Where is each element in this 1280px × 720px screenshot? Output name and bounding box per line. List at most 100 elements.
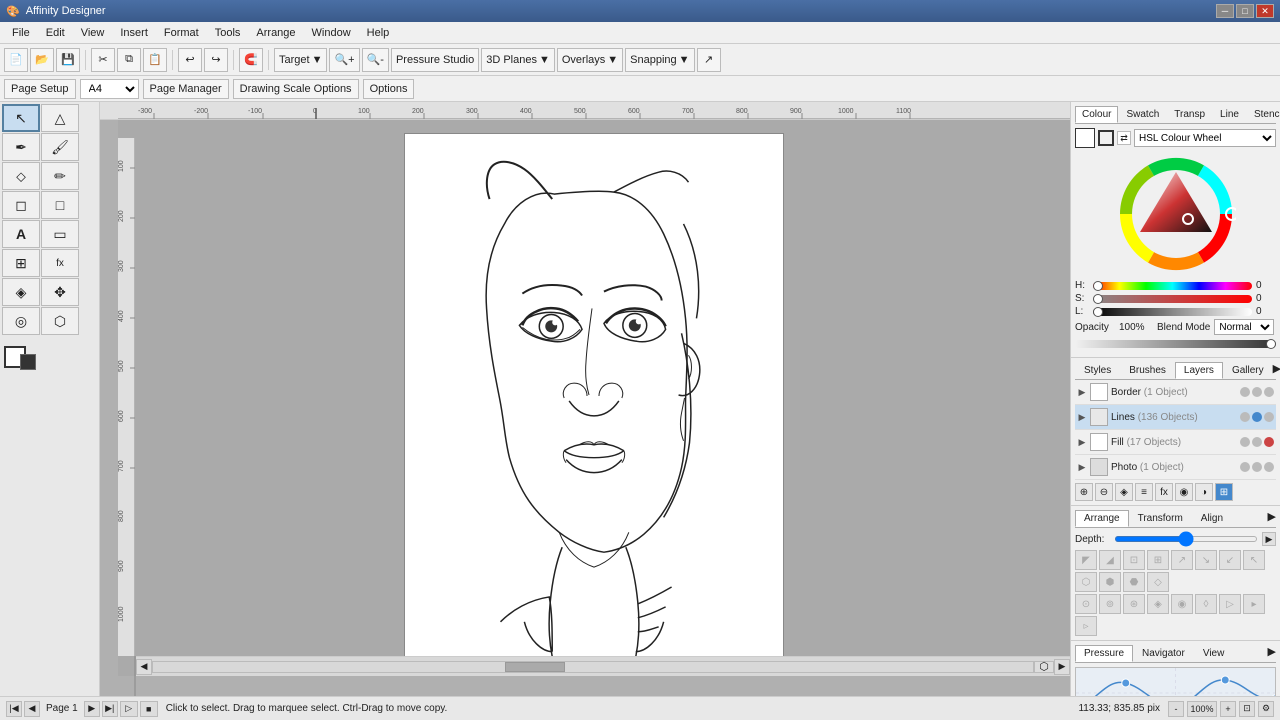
tab-align[interactable]: Align: [1192, 510, 1232, 527]
fit-view-button[interactable]: ⊡: [1239, 701, 1255, 717]
transform-tool[interactable]: ✥: [41, 278, 79, 306]
node-tool[interactable]: △: [41, 104, 79, 132]
layer-fill-button[interactable]: ◈: [1115, 483, 1133, 501]
layer-dot-photo-1[interactable]: [1240, 462, 1250, 472]
undo-button[interactable]: ↩: [178, 48, 202, 72]
brush-tool[interactable]: 🖌: [41, 133, 79, 161]
horizontal-scrollbar[interactable]: ◀ ⬡ ▶: [136, 656, 1070, 676]
tab-pressure[interactable]: Pressure: [1075, 645, 1133, 662]
l-slider[interactable]: [1093, 308, 1252, 316]
menu-view[interactable]: View: [73, 25, 113, 41]
target-button[interactable]: Target ▼: [274, 48, 327, 72]
arrange-expand-icon[interactable]: ▶: [1268, 510, 1276, 527]
layer-dot-fill-1[interactable]: [1240, 437, 1250, 447]
tab-view[interactable]: View: [1194, 645, 1234, 662]
titlebar-controls[interactable]: ─ □ ✕: [1216, 4, 1274, 18]
arr-btn-11[interactable]: ⬣: [1123, 572, 1145, 592]
maximize-button[interactable]: □: [1236, 4, 1254, 18]
scrollbar-track-h[interactable]: [152, 661, 1034, 673]
paste-button[interactable]: 📋: [143, 48, 167, 72]
zoom-out-button[interactable]: 🔍-: [362, 48, 389, 72]
arr-btn-15[interactable]: ⊛: [1123, 594, 1145, 614]
overlays-button[interactable]: Overlays ▼: [557, 48, 623, 72]
fill-colour-swatch[interactable]: [1075, 128, 1095, 148]
arr-btn-9[interactable]: ⬡: [1075, 572, 1097, 592]
arr-btn-6[interactable]: ↘: [1195, 550, 1217, 570]
macro-tool[interactable]: ⬡: [41, 307, 79, 335]
layer-expand-fill[interactable]: ▶: [1077, 437, 1087, 447]
tab-transform[interactable]: Transform: [1129, 510, 1192, 527]
zoom-out-status-button[interactable]: -: [1168, 701, 1184, 717]
pressure-studio-button[interactable]: Pressure Studio: [391, 48, 479, 72]
tab-layers[interactable]: Layers: [1175, 362, 1223, 379]
scroll-right-button[interactable]: ▶: [1054, 659, 1070, 675]
tab-navigator[interactable]: Navigator: [1133, 645, 1194, 662]
artboard-tool[interactable]: ⊞: [2, 249, 40, 277]
menu-file[interactable]: File: [4, 25, 38, 41]
layers-expand-icon[interactable]: ▶: [1273, 362, 1280, 379]
arr-btn-21[interactable]: ▹: [1075, 616, 1097, 636]
stroke-color-swatch[interactable]: [20, 354, 36, 370]
opacity-slider[interactable]: [1075, 340, 1276, 348]
open-button[interactable]: 📂: [30, 48, 54, 72]
delete-layer-button[interactable]: ⊖: [1095, 483, 1113, 501]
pressure-graph[interactable]: [1075, 667, 1276, 696]
menu-format[interactable]: Format: [156, 25, 207, 41]
colour-wheel[interactable]: [1116, 154, 1236, 274]
layer-expand-lines[interactable]: ▶: [1077, 412, 1087, 422]
close-button[interactable]: ✕: [1256, 4, 1274, 18]
tab-line[interactable]: Line: [1213, 106, 1246, 123]
layer-fill[interactable]: ▶ Fill (17 Objects): [1075, 430, 1276, 455]
prev-page-button[interactable]: ◀: [24, 701, 40, 717]
layer-dot-active[interactable]: [1252, 412, 1262, 422]
snapping-button[interactable]: 🧲: [239, 48, 263, 72]
stroke-colour-swatch[interactable]: [1098, 130, 1114, 146]
tab-colour[interactable]: Colour: [1075, 106, 1118, 123]
layer-photo[interactable]: ▶ Photo (1 Object): [1075, 455, 1276, 480]
first-page-button[interactable]: |◀: [6, 701, 22, 717]
pressure-expand-icon[interactable]: ▶: [1268, 645, 1276, 662]
colour-mode-select[interactable]: HSL Colour Wheel RGB HSB CMYK: [1134, 129, 1276, 147]
scrollbar-thumb-h[interactable]: [505, 662, 565, 672]
3d-planes-button[interactable]: 3D Planes ▼: [481, 48, 555, 72]
tab-styles[interactable]: Styles: [1075, 362, 1120, 379]
tab-swatch[interactable]: Swatch: [1119, 106, 1166, 123]
layer-dot-3[interactable]: [1264, 387, 1274, 397]
symbol-tool[interactable]: ◎: [2, 307, 40, 335]
layer-dot-2[interactable]: [1252, 387, 1262, 397]
redo-button[interactable]: ↪: [204, 48, 228, 72]
cut-button[interactable]: ✂: [91, 48, 115, 72]
tab-arrange[interactable]: Arrange: [1075, 510, 1129, 527]
arr-btn-1[interactable]: ◤: [1075, 550, 1097, 570]
arr-btn-2[interactable]: ◢: [1099, 550, 1121, 570]
tab-stencils[interactable]: Stencils: [1247, 106, 1280, 123]
layer-dot-1[interactable]: [1240, 387, 1250, 397]
stop-button[interactable]: ■: [140, 701, 158, 717]
new-button[interactable]: 📄: [4, 48, 28, 72]
arr-btn-17[interactable]: ◉: [1171, 594, 1193, 614]
menu-window[interactable]: Window: [304, 25, 359, 41]
next-page-button[interactable]: ▶: [84, 701, 100, 717]
frame-tool[interactable]: ▭: [41, 220, 79, 248]
arr-btn-14[interactable]: ⊚: [1099, 594, 1121, 614]
page-manager-button[interactable]: Page Manager: [143, 79, 229, 99]
layer-mask-button[interactable]: ◉: [1175, 483, 1193, 501]
arr-btn-19[interactable]: ▷: [1219, 594, 1241, 614]
depth-slider[interactable]: [1114, 536, 1258, 542]
canvas-inner[interactable]: 100 200 300 400 500 600 700 800 900 1000: [118, 120, 1070, 676]
pen-tool[interactable]: ✒: [2, 133, 40, 161]
arr-btn-20[interactable]: ▸: [1243, 594, 1265, 614]
preferences-button[interactable]: ⚙: [1258, 701, 1274, 717]
pencil-tool[interactable]: ✏: [41, 162, 79, 190]
layer-dot-fill-3[interactable]: [1264, 437, 1274, 447]
layer-dot-photo-3[interactable]: [1264, 462, 1274, 472]
arr-btn-13[interactable]: ⊙: [1075, 594, 1097, 614]
arr-btn-18[interactable]: ◊: [1195, 594, 1217, 614]
arr-btn-8[interactable]: ↖: [1243, 550, 1265, 570]
depth-step-button[interactable]: ▶: [1262, 532, 1276, 546]
last-page-button[interactable]: ▶|: [102, 701, 118, 717]
menu-edit[interactable]: Edit: [38, 25, 73, 41]
arr-btn-4[interactable]: ⊞: [1147, 550, 1169, 570]
menu-tools[interactable]: Tools: [207, 25, 249, 41]
tab-transp[interactable]: Transp: [1167, 106, 1212, 123]
